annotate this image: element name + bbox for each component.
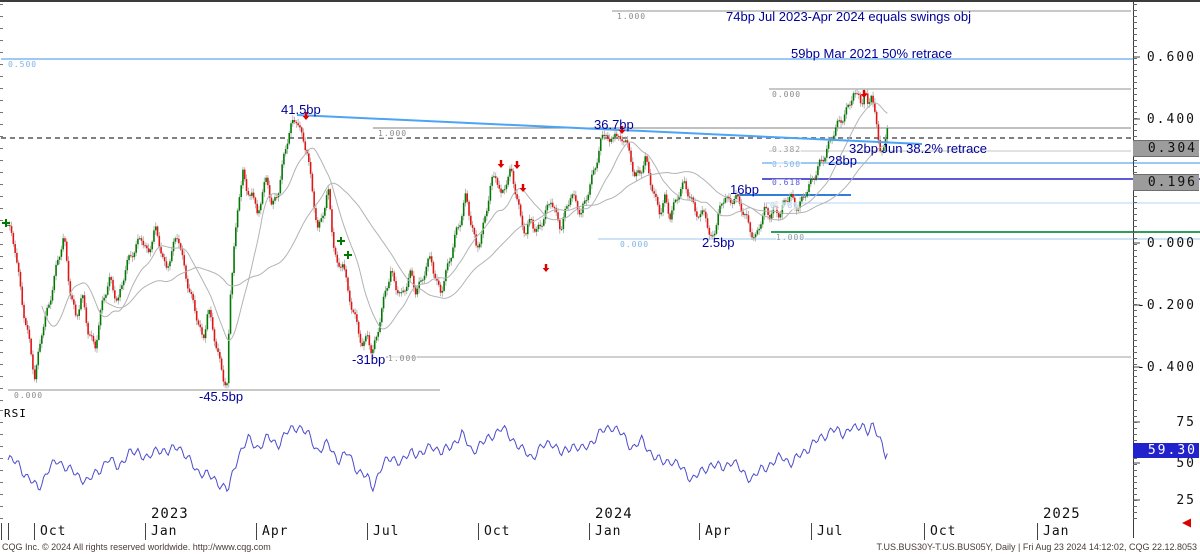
left-price-ticks: [0, 4, 3, 404]
month-row-bottom-border: [0, 0, 1200, 1]
x-axis-month-label[interactable]: Apr: [705, 525, 731, 539]
sell-arrow-marker: [861, 90, 868, 98]
rsi-axis-label: 25: [1134, 493, 1196, 508]
fib-level-label: 0.000: [772, 91, 801, 99]
rsi-value-badge: 59.30: [1133, 443, 1199, 458]
chart-annotation[interactable]: 41.5bp: [281, 103, 321, 117]
scroll-left-arrow-icon[interactable]: [1182, 519, 1191, 528]
chart-annotation[interactable]: 32bp Jun 38.2% retrace: [849, 142, 987, 156]
sell-arrow-marker: [543, 264, 550, 272]
x-axis-month-label[interactable]: Oct: [484, 525, 510, 539]
x-axis-month-separator: [145, 523, 146, 540]
x-axis-year-label: 2025: [1043, 507, 1081, 522]
x-axis-month-separator: [811, 523, 812, 540]
fib-level-label: 0.786: [770, 202, 799, 210]
price-axis-label: -0.400: [1134, 360, 1196, 375]
chart-annotation[interactable]: 59bp Mar 2021 50% retrace: [791, 47, 952, 61]
chart-annotation[interactable]: -31bp: [352, 353, 385, 367]
x-axis-month-label[interactable]: Jan: [595, 525, 621, 539]
sell-arrow-marker: [520, 184, 527, 192]
x-axis-month-label[interactable]: Oct: [930, 525, 956, 539]
x-axis-month-separator: [34, 523, 35, 540]
fib-level-label: 0.618: [772, 179, 801, 187]
footer-copyright: CQG Inc. © 2024 All rights reserved worl…: [2, 542, 271, 553]
chart-annotation[interactable]: 16bp: [730, 183, 759, 197]
x-axis-month-label[interactable]: Jan: [1043, 525, 1069, 539]
month-row-left-cap: [1, 523, 2, 540]
left-rsi-ticks: [0, 410, 3, 522]
x-axis-month-label[interactable]: Oct: [40, 525, 66, 539]
price-axis-label: 0.000: [1134, 236, 1196, 251]
rsi-axis-label: 50: [1134, 456, 1196, 471]
month-row-left-cell: [8, 523, 9, 540]
x-axis-month-separator: [1037, 523, 1038, 540]
fib-level-label: 1.000: [388, 355, 417, 363]
price-axis-label: -0.200: [1134, 298, 1196, 313]
x-axis-year-label: 2024: [595, 507, 633, 522]
fib-level-label: 0.000: [620, 241, 649, 249]
x-axis-month-separator: [699, 523, 700, 540]
sell-arrow-marker: [514, 161, 521, 169]
rsi-line: [8, 423, 887, 491]
chart-annotation[interactable]: -45.5bp: [199, 390, 243, 404]
x-axis-month-label[interactable]: Jul: [817, 525, 843, 539]
fib-level-label: 0.500: [772, 161, 801, 169]
fib-level-label: 0.382: [772, 146, 801, 154]
price-axis-label: 0.600: [1134, 50, 1196, 65]
rsi-axis-label: 75: [1134, 415, 1196, 430]
chart-canvas[interactable]: [0, 0, 1200, 554]
rsi-study-label: RSI: [4, 408, 27, 420]
fib-level-label: 0.500: [8, 61, 37, 69]
buy-plus-marker: [337, 237, 345, 245]
x-axis-month-separator: [924, 523, 925, 540]
x-axis-month-separator: [256, 523, 257, 540]
cqg-chart-window: RSI 0.600 0.400 0.000 -0.200 -0.400 0.304 0.19…: [0, 0, 1200, 554]
fib-level-label: 0.000: [14, 392, 43, 400]
chart-annotation[interactable]: 2.5bp: [702, 236, 735, 250]
price-level-badge: 0.196: [1133, 174, 1199, 191]
price-axis-label: 0.400: [1134, 112, 1196, 127]
fib-level-label: 1.000: [617, 13, 646, 21]
ma-slow: [106, 143, 887, 308]
chart-annotation[interactable]: 28bp: [828, 154, 857, 168]
x-axis-month-separator: [367, 523, 368, 540]
buy-plus-marker: [344, 251, 352, 259]
x-axis-month-separator: [478, 523, 479, 540]
fib-level-label: 1.000: [776, 234, 805, 242]
chart-annotation[interactable]: 36.7bp: [594, 118, 634, 132]
sell-arrow-marker: [498, 160, 505, 168]
chart-annotation[interactable]: 74bp Jul 2023-Apr 2024 equals swings obj: [726, 10, 971, 24]
x-axis-year-label: 2023: [151, 507, 189, 522]
x-axis-month-separator: [589, 523, 590, 540]
price-level-badge: 0.304: [1133, 140, 1199, 157]
fib-level-label: 1.000: [378, 130, 407, 138]
x-axis-month-label[interactable]: Jan: [151, 525, 177, 539]
x-axis-month-label[interactable]: Apr: [262, 525, 288, 539]
x-axis-month-label[interactable]: Jul: [373, 525, 399, 539]
footer-symbol-info: T.US.BUS30Y-T.US.BUS05Y, Daily | Fri Aug…: [876, 542, 1197, 553]
